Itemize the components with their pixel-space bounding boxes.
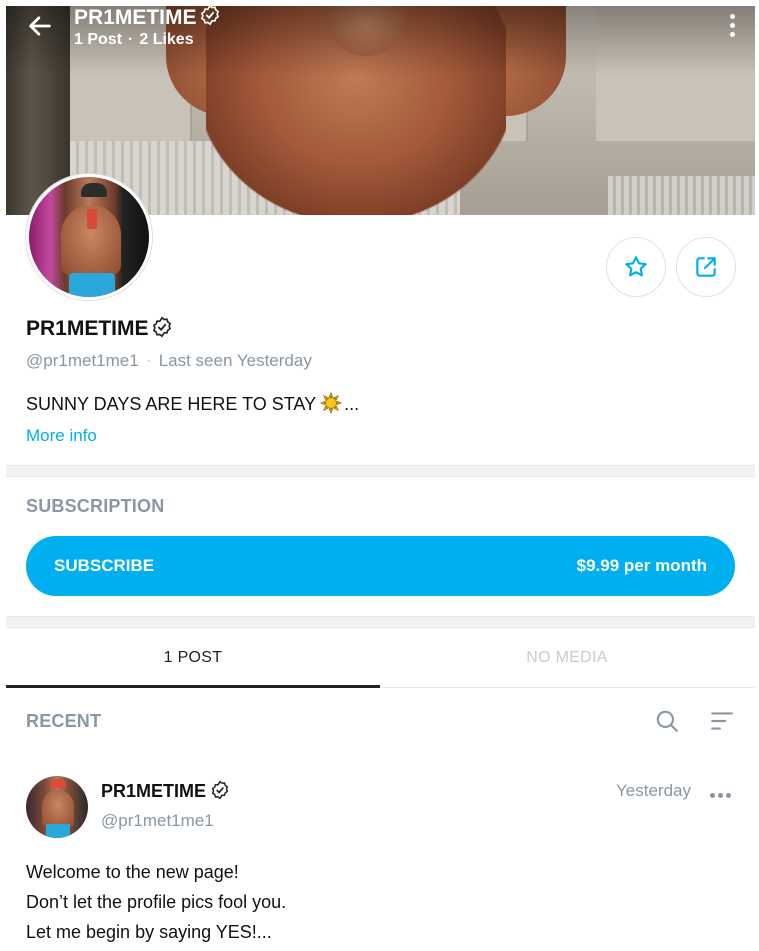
avatar-shorts — [69, 273, 115, 297]
profile-name-text: PR1METIME — [26, 317, 149, 340]
more-dots-icon — [710, 785, 734, 802]
last-seen: Last seen Yesterday — [158, 351, 312, 370]
header-name: PR1METIME — [74, 6, 197, 29]
sun-emoji-icon — [319, 391, 343, 419]
favorite-button[interactable] — [606, 237, 666, 297]
post-avatar-shorts — [46, 824, 70, 838]
kebab-menu-button[interactable] — [727, 14, 737, 44]
recent-label: RECENT — [26, 711, 102, 731]
profile-name: PR1METIME — [26, 316, 173, 341]
verified-icon — [211, 780, 229, 800]
post-avatar[interactable] — [26, 776, 88, 838]
post-line: Welcome to the new page! — [26, 862, 239, 882]
tab-posts[interactable]: 1 POST — [6, 628, 380, 688]
search-button[interactable] — [653, 707, 681, 735]
post-author-handle[interactable]: @pr1met1me1 — [101, 811, 214, 831]
share-icon — [696, 257, 716, 277]
header-title: PR1METIME — [74, 6, 221, 32]
bio-text: SUNNY DAYS ARE HERE TO STAY — [26, 394, 317, 414]
tab-media[interactable]: NO MEDIA — [380, 628, 754, 687]
profile-handle-line: @pr1met1me1 · Last seen Yesterday — [26, 351, 312, 371]
verified-icon — [152, 316, 171, 338]
post-author-name[interactable]: PR1METIME — [101, 780, 230, 802]
avatar-cap — [81, 183, 107, 197]
subscribe-label: SUBSCRIBE — [54, 556, 155, 575]
profile-page: PR1METIME 1 Post · 2 Likes PR1METIME @pr… — [6, 6, 755, 951]
post-avatar-figure — [42, 790, 74, 828]
post-line: Don’t let the profile pics fool you. — [26, 892, 287, 912]
verified-icon — [199, 6, 221, 32]
profile-tabs: 1 POST NO MEDIA — [6, 628, 755, 688]
back-arrow-icon — [29, 16, 51, 36]
posts-count: 1 Post — [74, 31, 123, 48]
avatar[interactable] — [26, 174, 152, 300]
header-stats: 1 Post · 2 Likes — [74, 31, 194, 49]
subscribe-price: $9.99 per month — [576, 556, 707, 575]
section-divider — [6, 616, 755, 628]
profile-handle: @pr1met1me1 — [26, 351, 139, 370]
post-author-text: PR1METIME — [101, 781, 207, 801]
subscription-label: SUBSCRIPTION — [26, 496, 165, 516]
share-button[interactable] — [676, 237, 736, 297]
post-text: Welcome to the new page! Don’t let the p… — [26, 857, 286, 947]
handle-separator: · — [146, 353, 151, 367]
profile-bio: SUNNY DAYS ARE HERE TO STAY... — [26, 391, 360, 419]
section-divider — [6, 465, 755, 477]
search-icon — [656, 710, 678, 732]
bio-ellipsis: ... — [344, 394, 360, 414]
kebab-icon — [727, 14, 737, 37]
stats-separator: · — [128, 31, 134, 48]
subscribe-button[interactable]: SUBSCRIBE $9.99 per month — [26, 536, 735, 596]
back-button[interactable] — [26, 12, 54, 40]
more-info-link[interactable]: More info — [26, 426, 97, 446]
sort-button[interactable] — [708, 707, 736, 735]
cover-fence — [608, 176, 755, 215]
post-line: Let me begin by saying YES!... — [26, 922, 272, 942]
post-avatar-cap — [50, 779, 66, 788]
star-icon — [625, 256, 647, 277]
sort-icon — [711, 712, 733, 730]
likes-count: 2 Likes — [139, 31, 194, 48]
post-more-button[interactable] — [710, 785, 736, 799]
post-timestamp: Yesterday — [616, 781, 691, 800]
avatar-phone — [87, 209, 97, 229]
